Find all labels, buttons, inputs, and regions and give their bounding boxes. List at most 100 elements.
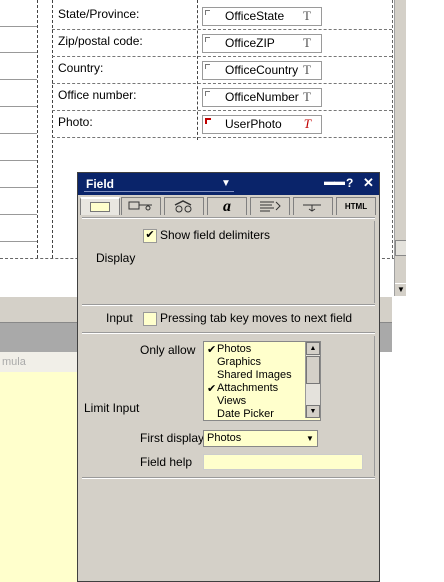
- divider: [0, 79, 37, 80]
- field-name: OfficeCountry: [225, 63, 299, 77]
- html-tab-icon: HTML: [344, 202, 368, 211]
- list-item[interactable]: Date Picker: [217, 408, 274, 420]
- divider: [82, 304, 375, 306]
- table-border: [392, 0, 393, 258]
- tab-field-info[interactable]: [80, 197, 120, 215]
- field-help-label: Field help: [140, 455, 193, 469]
- list-item[interactable]: Photos: [217, 343, 251, 355]
- text-field-type-icon: T: [303, 89, 311, 104]
- font-tab-icon: a: [223, 198, 231, 215]
- divider: [82, 217, 375, 219]
- check-mark-icon: ✔: [207, 344, 217, 356]
- zip-postal-label: Zip/postal code:: [58, 34, 143, 48]
- table-row-border: [52, 83, 392, 84]
- office-number-label: Office number:: [58, 88, 137, 102]
- display-section-label: Display: [96, 251, 136, 265]
- first-display-value: Photos: [207, 432, 242, 444]
- properties-tab-strip: a HTML: [80, 197, 377, 216]
- field-delimiter-icon: [205, 64, 210, 69]
- scrollbar-thumb[interactable]: [306, 356, 320, 384]
- table-row-border: [52, 137, 392, 138]
- user-photo-field[interactable]: UserPhoto T: [202, 115, 322, 134]
- divider: [0, 241, 37, 242]
- field-delimiter-icon: [205, 91, 210, 96]
- divider: [374, 336, 375, 476]
- input-section-label: Input: [106, 311, 133, 325]
- page-margin: [392, 296, 444, 582]
- field-delimiter-icon: [205, 10, 210, 15]
- office-state-field[interactable]: OfficeState T: [202, 7, 322, 26]
- field-name: UserPhoto: [225, 117, 282, 131]
- object-type-dropdown-icon[interactable]: ▼: [221, 178, 231, 189]
- only-allow-label: Only allow: [140, 343, 196, 357]
- tab-moves-next-field-label: Pressing tab key moves to next field: [160, 311, 353, 325]
- tab-html[interactable]: HTML: [336, 197, 376, 215]
- properties-title-bar[interactable]: Field ▼ ▬▬ ? ✕: [78, 173, 379, 195]
- text-field-type-icon: T: [303, 62, 311, 77]
- tab-font[interactable]: a: [207, 197, 247, 215]
- show-delimiters-checkbox[interactable]: ✔: [143, 229, 157, 243]
- tab-hide-when[interactable]: [293, 197, 333, 215]
- list-item[interactable]: Shared Images: [217, 369, 292, 381]
- hide-when-tab-icon: [303, 204, 321, 212]
- table-border: [52, 0, 53, 258]
- list-item[interactable]: Attachments: [217, 382, 278, 394]
- table-row-border: [52, 29, 392, 30]
- divider: [0, 52, 37, 53]
- office-zip-field[interactable]: OfficeZIP T: [202, 34, 322, 53]
- properties-title: Field: [86, 177, 115, 191]
- field-name: OfficeState: [225, 9, 285, 23]
- editor-scrollbar[interactable]: [378, 352, 393, 582]
- table-row-border: [52, 56, 392, 57]
- list-item[interactable]: Views: [217, 395, 246, 407]
- tab-advanced[interactable]: [164, 197, 204, 215]
- field-delimiter-icon: [205, 118, 211, 124]
- list-item[interactable]: Graphics: [217, 356, 261, 368]
- table-row-border: [52, 110, 392, 111]
- table-border: [37, 0, 38, 258]
- divider: [0, 187, 37, 188]
- tab-control-options[interactable]: [121, 197, 161, 215]
- list-scrollbar[interactable]: ▲ ▼: [305, 342, 320, 418]
- divider: [0, 106, 37, 107]
- photo-label: Photo:: [58, 115, 93, 129]
- field-help-input[interactable]: [203, 454, 363, 470]
- divider: [0, 133, 37, 134]
- text-field-type-icon: T: [303, 35, 311, 50]
- minimize-box-icon[interactable]: ▬▬: [324, 176, 345, 188]
- state-province-label: State/Province:: [58, 7, 140, 21]
- tab-moves-next-field-checkbox[interactable]: [143, 312, 157, 326]
- divider: [0, 26, 37, 27]
- country-label: Country:: [58, 61, 104, 75]
- first-display-label: First display: [140, 431, 205, 445]
- divider: [374, 221, 375, 303]
- field-properties-box: Field ▼ ▬▬ ? ✕ a HTML Display ✔ Show fie…: [77, 172, 380, 582]
- scroll-down-arrow-icon[interactable]: ▼: [306, 405, 320, 418]
- office-number-field[interactable]: OfficeNumber T: [202, 88, 322, 107]
- first-display-select[interactable]: Photos ▼: [203, 430, 318, 447]
- help-icon[interactable]: ?: [346, 176, 353, 190]
- limit-input-section-label: Limit Input: [84, 401, 140, 415]
- table-column-border: [197, 0, 198, 140]
- paragraph-alignment-tab-icon: [260, 201, 281, 212]
- close-icon[interactable]: ✕: [363, 175, 374, 191]
- office-country-field[interactable]: OfficeCountry T: [202, 61, 322, 80]
- divider: [82, 332, 375, 334]
- divider: [84, 191, 234, 192]
- control-options-tab-icon: [128, 201, 152, 211]
- only-allow-list[interactable]: ✔ Photos Graphics Shared Images ✔ Attach…: [203, 341, 321, 421]
- field-delimiter-icon: [205, 37, 210, 42]
- divider: [0, 214, 37, 215]
- chevron-down-icon[interactable]: ▼: [303, 431, 317, 446]
- divider: [82, 477, 375, 479]
- field-info-tab-icon: [90, 202, 110, 213]
- check-mark-icon: ✔: [145, 229, 155, 241]
- tab-paragraph-alignment[interactable]: [250, 197, 290, 215]
- rich-text-field-type-icon: T: [303, 116, 311, 131]
- formula-hint: mula: [2, 356, 26, 368]
- check-mark-icon: ✔: [207, 383, 217, 395]
- scroll-up-arrow-icon[interactable]: ▲: [306, 342, 320, 355]
- field-name: OfficeNumber: [225, 90, 299, 104]
- field-name: OfficeZIP: [225, 36, 275, 50]
- advanced-tab-icon: [174, 200, 192, 213]
